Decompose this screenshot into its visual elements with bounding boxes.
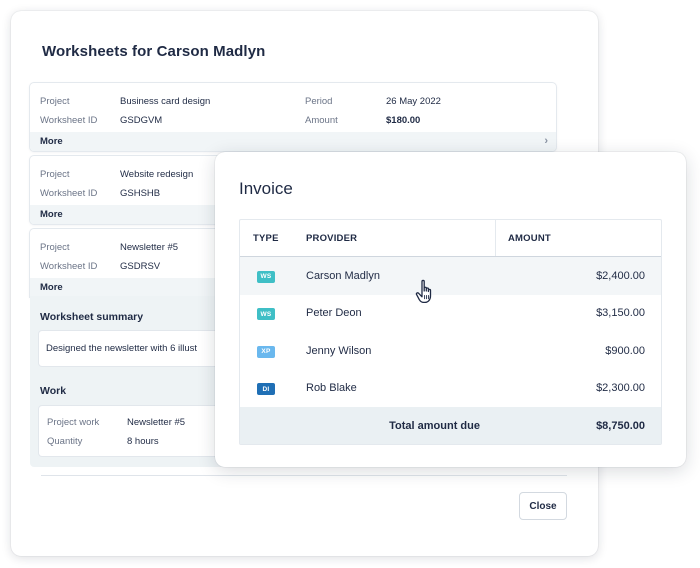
project-work-label: Project work [47,417,100,428]
more-label: More [40,282,63,293]
project-label: Project [40,242,70,253]
table-header: TYPE PROVIDER AMOUNT [240,220,661,257]
divider [41,475,567,476]
row-amount: $2,300.00 [596,382,645,395]
project-label: Project [40,169,70,180]
more-label: More [40,209,63,220]
row-amount: $900.00 [605,344,645,357]
table-row[interactable]: DI Rob Blake $2,300.00 [240,370,661,408]
worksheet-card: Project Business card design Period 26 M… [30,83,556,151]
table-row[interactable]: WS Peter Deon $3,150.00 [240,295,661,333]
more-label: More [40,136,63,147]
project-value: Business card design [120,96,211,107]
worksheet-id-label: Worksheet ID [40,188,98,199]
table-row[interactable]: WS Carson Madlyn $2,400.00 [240,257,661,295]
row-amount: $2,400.00 [596,269,645,282]
summary-title: Worksheet summary [40,311,144,323]
work-title: Work [40,385,67,397]
period-value: 26 May 2022 [386,96,441,107]
invoice-table: TYPE PROVIDER AMOUNT WS Carson Madlyn $2… [239,219,662,445]
provider-name: Peter Deon [306,307,362,320]
chevron-right-icon[interactable]: › [544,135,548,147]
type-badge: WS [257,270,275,283]
period-label: Period [305,96,333,107]
provider-name: Rob Blake [306,382,357,395]
worksheet-id-value: GSDGVM [120,115,163,126]
table-row[interactable]: XP Jenny Wilson $900.00 [240,332,661,370]
invoice-title: Invoice [239,179,293,198]
provider-name: Carson Madlyn [306,269,380,282]
project-label: Project [40,96,70,107]
summary-text: Designed the newsletter with 6 illust [46,343,198,354]
total-value: $8,750.00 [596,419,645,432]
row-amount: $3,150.00 [596,307,645,320]
worksheet-id-label: Worksheet ID [40,115,98,126]
type-badge: DI [257,383,275,395]
provider-name: Jenny Wilson [306,344,372,357]
invoice-popup: Invoice TYPE PROVIDER AMOUNT WS Carson M… [215,152,686,467]
panel-title: Worksheets for Carson Madlyn [42,43,266,60]
amount-label: Amount [305,115,338,126]
header-provider: PROVIDER [295,220,496,256]
type-badge: XP [257,345,275,358]
total-row: Total amount due $8,750.00 [240,407,661,444]
header-type: TYPE [253,232,279,244]
close-button[interactable]: Close [519,492,567,520]
quantity-label: Quantity [47,436,83,447]
project-work-value: Newsletter #5 [127,417,186,428]
hand-pointer-icon [415,279,432,304]
header-amount: AMOUNT [508,232,551,244]
quantity-value: 8 hours [127,436,159,447]
total-label: Total amount due [389,419,480,432]
amount-value: $180.00 [386,115,421,126]
worksheet-id-label: Worksheet ID [40,261,98,272]
more-toggle[interactable]: More › [30,132,556,151]
type-badge: WS [257,308,275,320]
